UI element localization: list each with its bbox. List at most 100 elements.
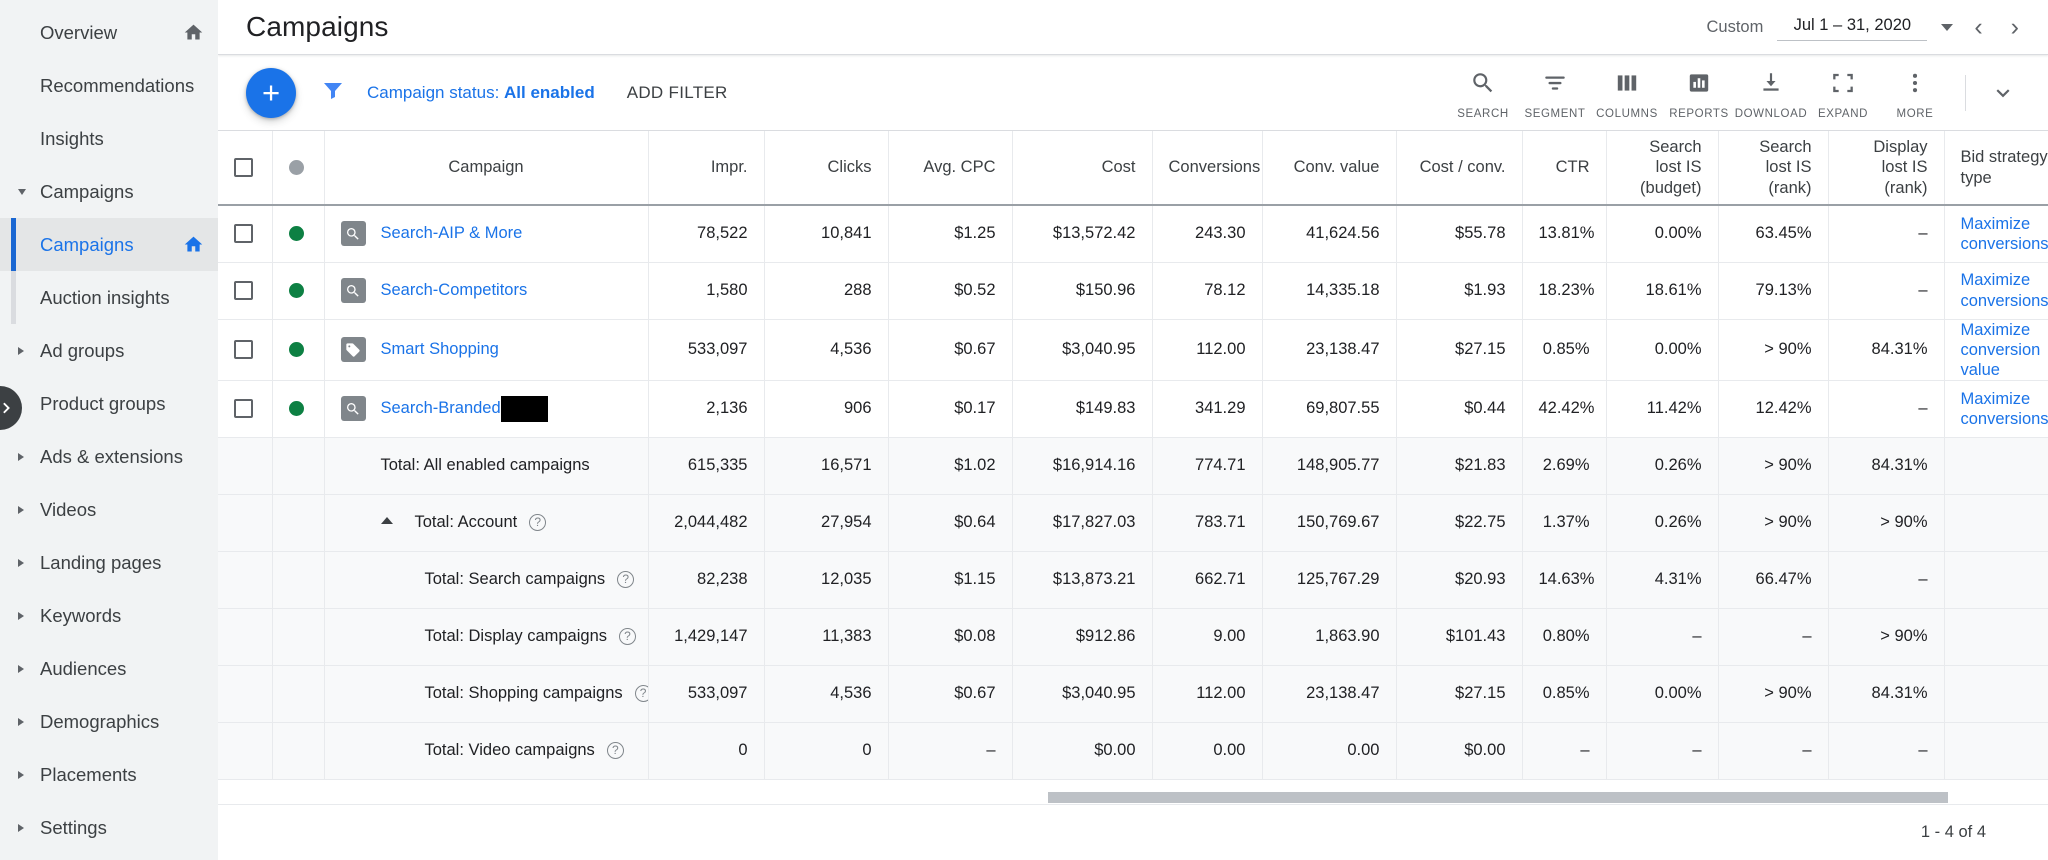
bid-strategy-link[interactable]: Maximize conversions [1961, 271, 2048, 309]
sidebar-item-campaigns[interactable]: Campaigns [0, 218, 218, 271]
sidebar-item-demographics[interactable]: Demographics [0, 695, 218, 748]
sidebar-item-settings[interactable]: Settings [0, 801, 218, 854]
campaign-name-cell: Search-Competitors [324, 262, 649, 319]
campaigns-table: Campaign Impr. Clicks Avg. CPC Cost Conv… [218, 131, 2048, 780]
sidebar-item-placements[interactable]: Placements [0, 748, 218, 801]
bid-strategy-link[interactable]: Maximize conversions [1961, 390, 2048, 428]
column-header-impr[interactable]: Impr. [648, 131, 765, 206]
status-dot-enabled-icon [288, 342, 304, 358]
toolbar-reports-button[interactable]: REPORTS [1663, 66, 1735, 120]
chevron-right-icon[interactable] [18, 770, 24, 779]
toolbar-button-label: SEGMENT [1524, 107, 1586, 120]
cell-lost-rank: > 90% [1718, 494, 1829, 552]
row-select-cell[interactable] [218, 262, 273, 319]
help-icon[interactable]: ? [619, 628, 636, 646]
sidebar-item-insights[interactable]: Insights [0, 112, 218, 165]
select-all-checkbox[interactable] [234, 158, 253, 177]
funnel-icon[interactable] [321, 78, 345, 107]
help-icon[interactable]: ? [606, 742, 624, 760]
horizontal-scrollbar-thumb[interactable] [1048, 792, 1948, 803]
row-checkbox[interactable] [234, 399, 253, 419]
chevron-right-icon[interactable] [18, 346, 24, 355]
toolbar-more-button[interactable]: MORE [1879, 66, 1951, 120]
column-header-search-lost-is-rank[interactable]: Search lost IS (rank) [1718, 131, 1829, 206]
column-header-cost[interactable]: Cost [1012, 131, 1153, 206]
campaign-name-link[interactable]: Search-Branded [381, 399, 501, 418]
sidebar-item-audiences[interactable]: Audiences [0, 642, 218, 695]
date-range-picker[interactable]: Custom Jul 1 – 31, 2020 ‹ › [1706, 13, 2026, 41]
chevron-down-icon[interactable] [1941, 23, 1954, 31]
chevron-right-icon[interactable] [18, 452, 24, 461]
column-header-search-lost-is-budget[interactable]: Search lost IS (budget) [1606, 131, 1719, 206]
row-checkbox[interactable] [234, 281, 253, 300]
sidebar-item-keywords[interactable]: Keywords [0, 589, 218, 642]
chevron-right-icon[interactable] [18, 611, 24, 620]
sidebar-item-ad-groups[interactable]: Ad groups [0, 324, 218, 377]
help-icon[interactable]: ? [617, 571, 635, 589]
toolbar-search-button[interactable]: SEARCH [1447, 66, 1519, 120]
table-row: Search-Branded 2,136 906 $0.17 $149.83 341.29… [218, 380, 2048, 438]
collapse-toolbar-button[interactable] [1980, 80, 2026, 106]
row-select-cell[interactable] [218, 205, 273, 262]
help-icon[interactable]: ? [529, 514, 547, 532]
toolbar-segment-button[interactable]: SEGMENT [1519, 66, 1591, 120]
chevron-right-icon[interactable] [18, 558, 24, 567]
sidebar-item-landing-pages[interactable]: Landing pages [0, 536, 218, 589]
toolbar-expand-button[interactable]: EXPAND [1807, 66, 1879, 120]
empty-cell [218, 722, 273, 780]
sidebar-item-auction-insights[interactable]: Auction insights [0, 271, 218, 324]
sidebar-item-overview[interactable]: Overview [0, 6, 218, 59]
add-campaign-button[interactable]: + [246, 67, 296, 118]
add-filter-button[interactable]: ADD FILTER [627, 83, 728, 103]
chevron-down-icon[interactable] [18, 188, 26, 195]
chevron-right-icon[interactable] [18, 717, 24, 726]
home-icon[interactable] [183, 234, 204, 255]
campaign-name-link[interactable]: Smart Shopping [381, 340, 499, 359]
toolbar-columns-button[interactable]: COLUMNS [1591, 66, 1663, 120]
column-header-ctr[interactable]: CTR [1522, 131, 1607, 206]
column-header-conversions[interactable]: Conversions [1152, 131, 1263, 206]
column-header-avg-cpc[interactable]: Avg. CPC [888, 131, 1013, 206]
toolbar-download-button[interactable]: DOWNLOAD [1735, 66, 1807, 120]
sidebar-item-ads-extensions[interactable]: Ads & extensions [0, 430, 218, 483]
row-select-cell[interactable] [218, 319, 273, 381]
bid-strategy-link[interactable]: Maximize conversion value [1961, 321, 2041, 379]
cell-disp-rank: 84.31% [1828, 665, 1945, 723]
chevron-left-icon[interactable]: ‹ [1967, 14, 1989, 40]
sidebar-item-campaigns[interactable]: Campaigns [0, 165, 218, 218]
column-header-conv-value[interactable]: Conv. value [1262, 131, 1397, 206]
column-header-cost-per-conv[interactable]: Cost / conv. [1396, 131, 1523, 206]
chevron-right-icon[interactable]: › [2004, 14, 2026, 40]
cell-cost: $17,827.03 [1012, 494, 1153, 552]
horizontal-scrollbar-track[interactable] [218, 790, 2048, 805]
date-range-value[interactable]: Jul 1 – 31, 2020 [1777, 13, 1928, 41]
help-icon[interactable]: ? [634, 685, 647, 703]
cell-bid-strategy-type: Maximize conversion value [1944, 319, 2048, 381]
sidebar-item-product-groups[interactable]: Product groups [0, 377, 218, 430]
campaign-status-filter-chip[interactable]: Campaign status: All enabled [367, 83, 595, 103]
column-header-campaign[interactable]: Campaign [324, 131, 649, 206]
column-header-display-lost-is-rank[interactable]: Display lost IS (rank) [1828, 131, 1945, 206]
sidebar-item-videos[interactable]: Videos [0, 483, 218, 536]
select-all-header[interactable] [218, 131, 273, 206]
toolbar-actions: SEARCH SEGMENT COLUMNS REPORTS DOWNLOAD EXPAN… [1447, 66, 1951, 120]
row-checkbox[interactable] [234, 224, 253, 244]
column-header-clicks[interactable]: Clicks [764, 131, 889, 206]
campaign-name-link[interactable]: Search-AIP & More [381, 224, 523, 243]
chevron-right-icon[interactable] [18, 505, 24, 514]
sidebar-item-label: Campaigns [40, 180, 134, 202]
total-label-cell: Total: Shopping campaigns? [324, 665, 649, 723]
row-checkbox[interactable] [234, 340, 253, 360]
home-icon[interactable] [183, 22, 204, 43]
campaign-name-link[interactable]: Search-Competitors [381, 281, 528, 300]
row-select-cell[interactable] [218, 380, 273, 438]
column-header-bid-strategy-type[interactable]: Bid strategy type [1944, 131, 2048, 206]
total-row: Total: Video campaigns? 0 0– $0.00 0.00 0.00 $… [218, 722, 2048, 780]
chevron-right-icon[interactable] [18, 823, 24, 832]
collapse-totals-icon[interactable] [380, 517, 393, 525]
cell-conv-value: 23,138.47 [1262, 665, 1397, 723]
chevron-right-icon[interactable] [18, 664, 24, 673]
bid-strategy-link[interactable]: Maximize conversions [1961, 215, 2048, 253]
sidebar-item-recommendations[interactable]: Recommendations [0, 59, 218, 112]
cell-impr: 1,580 [648, 262, 765, 319]
